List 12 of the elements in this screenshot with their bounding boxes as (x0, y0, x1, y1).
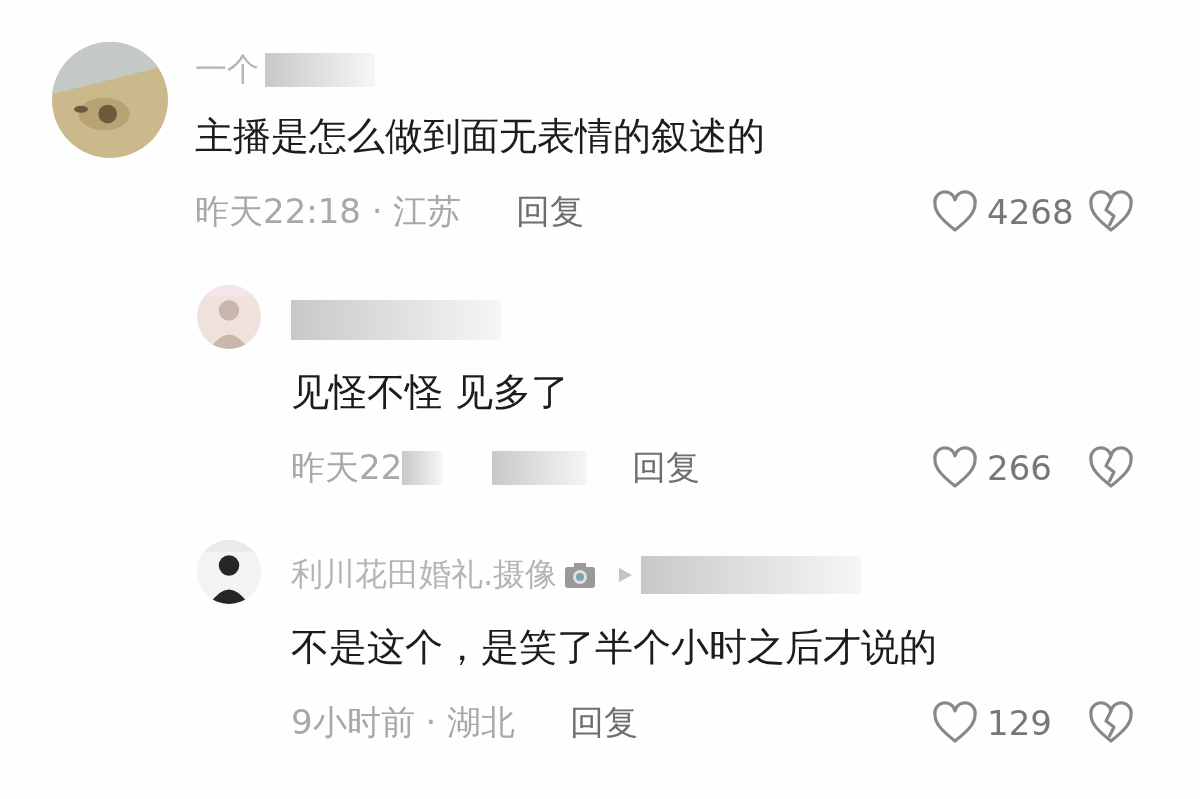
time-location: 9小时前 · 湖北 (291, 700, 516, 744)
reply-link[interactable]: 回复 (632, 444, 701, 491)
like-count: 4268 (987, 192, 1075, 232)
like-count: 266 (987, 447, 1053, 488)
like-count: 129 (987, 702, 1053, 743)
reply-link[interactable]: 回复 (570, 699, 639, 746)
comment-text: 不是这个，是笑了半个小时之后才说的 (291, 624, 938, 671)
comment-text: 见怪不怪 见多了 (291, 369, 571, 416)
comment-text: 主播是怎么做到面无表情的叙述的 (195, 112, 766, 160)
reply-link[interactable]: 回复 (516, 189, 585, 235)
time-location: 昨天22 (291, 445, 403, 489)
time-location: 昨天22:18 · 江苏 (195, 190, 462, 233)
